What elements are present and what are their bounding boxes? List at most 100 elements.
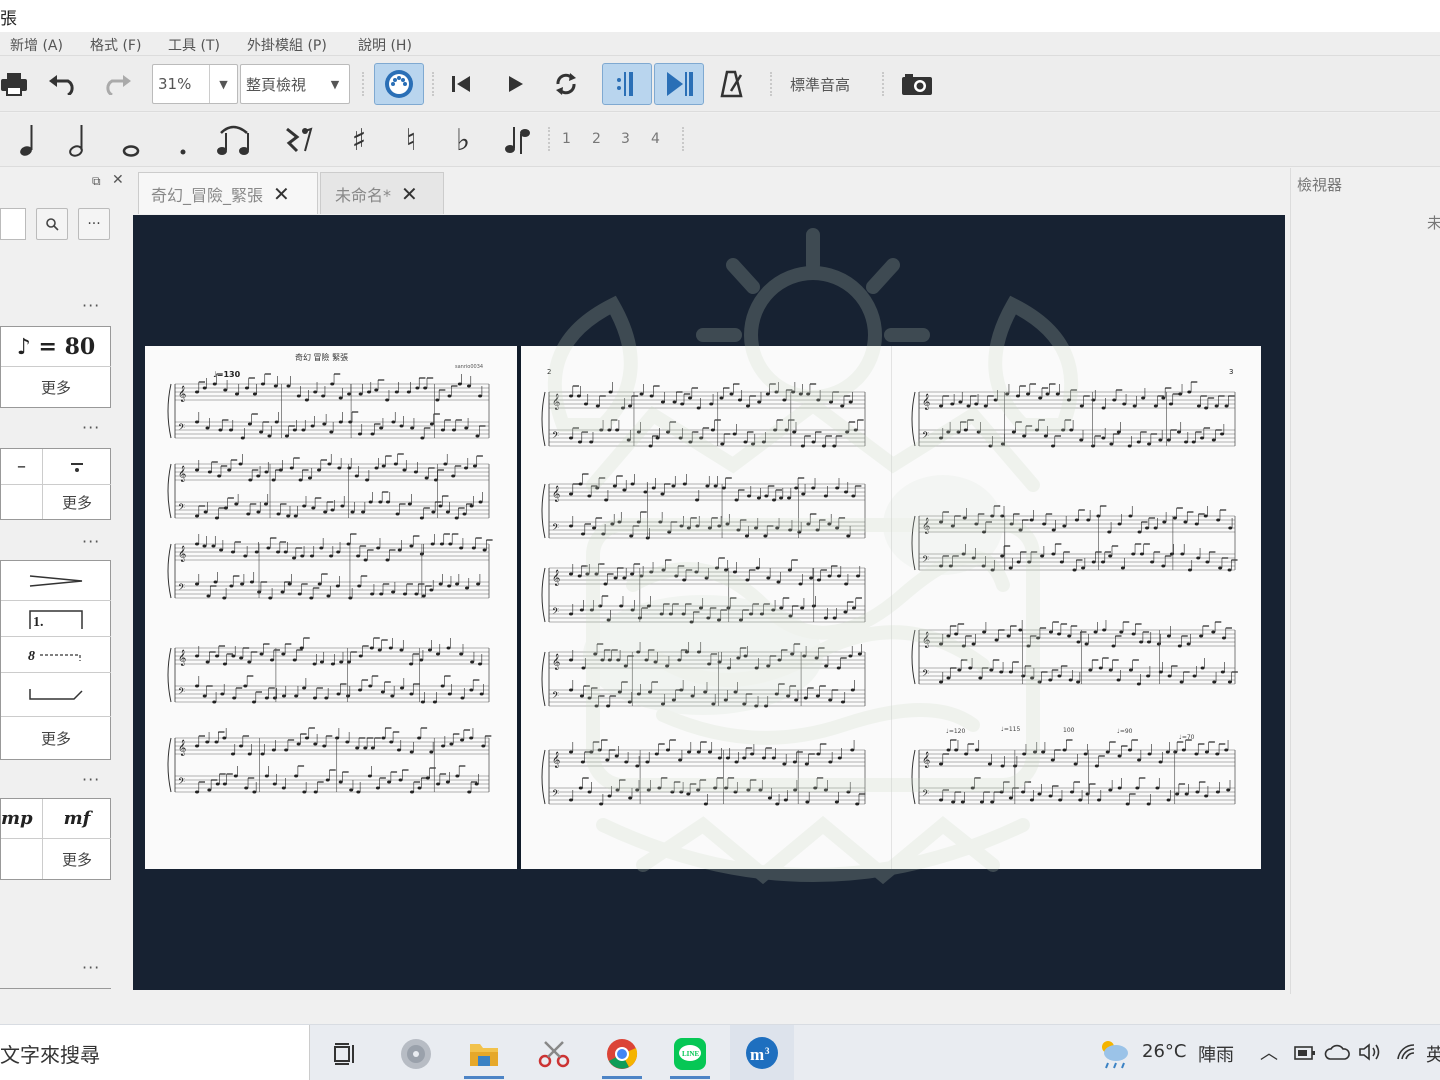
menu-add[interactable]: 新增 (A) — [10, 35, 63, 55]
wifi-icon[interactable] — [1396, 1043, 1418, 1061]
dot-icon — [180, 149, 186, 155]
close-icon[interactable]: ✕ — [273, 182, 290, 206]
palette-options-dots[interactable]: ··· — [82, 418, 100, 437]
windows-taskbar: 文字來搜尋 LINE m3 26°C 陣雨 ︿ 英 — [0, 1024, 1440, 1080]
onedrive-cloud-icon[interactable] — [1324, 1043, 1350, 1061]
rewind-button[interactable] — [444, 63, 478, 105]
dynamic-mp-item[interactable]: mp — [1, 799, 43, 839]
tenuto-staccato-item[interactable] — [43, 449, 111, 485]
tie-button[interactable] — [214, 121, 256, 159]
tempo-item[interactable]: ♪ = 80 — [1, 327, 111, 367]
ime-indicator[interactable]: 英 — [1426, 1041, 1440, 1067]
zoom-combo[interactable]: 31% ▼ — [152, 64, 238, 104]
score-canvas[interactable]: 奇幻 冒險 緊張 sanrio0034 ♩=130 𝄞 𝄢 𝄞 𝄢 𝄞 𝄢 𝄞 𝄢 𝄞 𝄢 2 3… — [133, 215, 1285, 990]
diminuendo-item[interactable] — [1, 561, 111, 601]
rest-button[interactable] — [280, 121, 316, 159]
svg-text:𝄢: 𝄢 — [178, 777, 185, 789]
volume-icon[interactable] — [1358, 1042, 1384, 1062]
close-icon[interactable]: ✕ — [401, 182, 418, 206]
loop-out-button[interactable] — [654, 63, 704, 105]
whole-note-button[interactable] — [116, 121, 146, 159]
metronome-button[interactable] — [714, 63, 750, 105]
float-icon[interactable]: ⧉ — [92, 174, 101, 189]
voice-2-button[interactable]: 2 — [592, 131, 601, 147]
svg-text:𝄞: 𝄞 — [922, 752, 930, 768]
menu-format[interactable]: 格式 (F) — [90, 35, 141, 55]
redo-button[interactable] — [96, 63, 136, 105]
dot-button[interactable] — [170, 121, 196, 159]
close-icon[interactable]: ✕ — [112, 172, 124, 188]
pedal-line-icon — [29, 688, 83, 700]
screenshot-button[interactable] — [898, 63, 936, 105]
taskbar-app-explorer[interactable] — [456, 1031, 512, 1079]
voice-1-button[interactable]: 1 — [562, 131, 571, 147]
metronome-icon — [720, 70, 743, 98]
taskbar-app-chrome[interactable] — [594, 1031, 650, 1079]
print-button[interactable] — [0, 63, 30, 105]
half-note-button[interactable] — [64, 121, 94, 159]
taskbar-app-line[interactable]: LINE — [662, 1031, 718, 1079]
palette-options-dots[interactable]: ··· — [82, 296, 100, 315]
tab-untitled[interactable]: 未命名* ✕ — [320, 172, 444, 214]
weather-widget[interactable] — [1096, 1037, 1132, 1073]
sharp-button[interactable]: ♯ — [344, 121, 374, 159]
taskbar-search-input[interactable]: 文字來搜尋 — [0, 1025, 310, 1080]
play-button[interactable] — [498, 63, 532, 105]
taskbar-app-musescore[interactable]: m3 — [730, 1025, 794, 1080]
chrome-icon — [607, 1039, 638, 1069]
flip-direction-button[interactable] — [500, 121, 536, 159]
loop-in-button[interactable] — [602, 63, 652, 105]
undo-button[interactable] — [44, 63, 84, 105]
tab-label: 未命名* — [335, 185, 392, 205]
menu-bar: 新增 (A) 格式 (F) 工具 (T) 外掛模組 (P) 說明 (H) — [0, 32, 1440, 56]
toolbar-separator — [548, 127, 551, 151]
quarter-note-button[interactable] — [14, 121, 44, 159]
svg-text:𝄞: 𝄞 — [178, 386, 186, 402]
tab-score-fantasy[interactable]: 奇幻_冒險_緊張 ✕ — [138, 172, 318, 214]
dynamic-mf-item[interactable]: mf — [43, 799, 111, 839]
palette-menu-button[interactable]: ··· — [78, 208, 110, 240]
task-view-button[interactable] — [318, 1031, 374, 1077]
loop-button[interactable] — [546, 63, 586, 105]
score-page-1[interactable]: 奇幻 冒險 緊張 sanrio0034 ♩=130 𝄞 𝄢 𝄞 𝄢 𝄞 𝄢 𝄞 𝄢 𝄞 𝄢 — [145, 346, 517, 869]
search-icon — [46, 218, 59, 231]
concert-pitch-toggle[interactable]: 標準音高 — [790, 74, 850, 95]
tenuto-item[interactable]: – — [1, 449, 43, 485]
more-button[interactable]: 更多 — [43, 485, 111, 519]
view-mode-combo[interactable]: 整頁檢視 ▼ — [240, 64, 350, 104]
flat-button[interactable]: ♭ — [448, 121, 478, 159]
musescore-icon: m3 — [746, 1037, 778, 1069]
lines-palette: 1. 8 更多 — [0, 560, 111, 760]
palette-search-button[interactable] — [36, 208, 68, 240]
battery-icon[interactable] — [1294, 1045, 1316, 1061]
more-button[interactable]: 更多 — [43, 839, 111, 879]
menu-tools[interactable]: 工具 (T) — [168, 35, 220, 55]
pedal-line-item[interactable] — [1, 673, 111, 717]
articulation-palette: – 更多 — [0, 448, 111, 520]
running-indicator — [464, 1076, 504, 1079]
taskbar-app-snip[interactable] — [526, 1031, 582, 1077]
more-button[interactable]: 更多 — [1, 717, 111, 759]
voice-3-button[interactable]: 3 — [621, 131, 630, 147]
palette-search-input[interactable] — [0, 208, 26, 240]
svg-text:m: m — [750, 1045, 764, 1064]
window-title: 張 — [0, 9, 17, 29]
svg-text:𝄢: 𝄢 — [552, 607, 559, 619]
midi-input-button[interactable] — [374, 63, 424, 105]
ottava-item[interactable]: 8 — [1, 637, 111, 673]
taskbar-app-audio[interactable] — [388, 1031, 444, 1077]
menu-help[interactable]: 說明 (H) — [358, 35, 412, 55]
palette-options-dots[interactable]: ··· — [82, 770, 100, 789]
menu-plugins[interactable]: 外掛模組 (P) — [247, 35, 327, 55]
show-hidden-icons-chevron-icon[interactable]: ︿ — [1260, 1039, 1278, 1065]
more-button[interactable]: 更多 — [1, 367, 111, 407]
volta-item[interactable]: 1. — [1, 601, 111, 637]
play-icon — [509, 76, 523, 92]
natural-button[interactable]: ♮ — [396, 121, 426, 159]
print-icon — [1, 73, 27, 96]
palette-options-dots[interactable]: ··· — [82, 532, 100, 551]
palette-options-dots[interactable]: ··· — [82, 958, 100, 977]
voice-4-button[interactable]: 4 — [651, 131, 660, 147]
more-icon: ··· — [87, 216, 101, 232]
score-page-2-3[interactable]: 2 3 ♩=120 ♩=115 100 ♩=90 ♩=70 𝄞 𝄢 𝄞 𝄢 𝄞 𝄢 𝄞 𝄢 𝄞 𝄢… — [521, 346, 1261, 869]
